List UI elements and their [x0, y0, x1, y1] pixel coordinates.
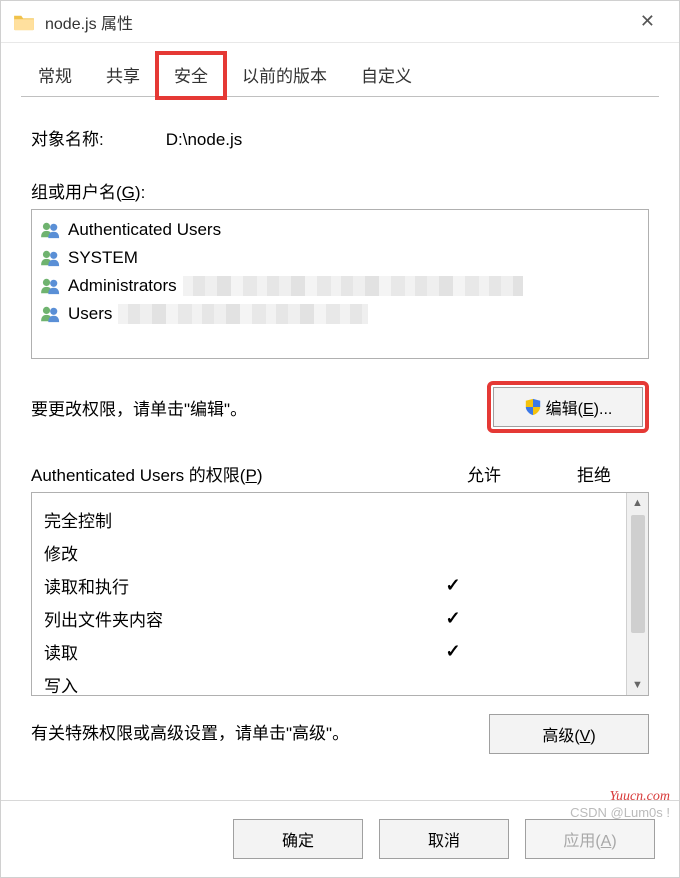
allow-cell [398, 608, 508, 629]
shield-icon [524, 398, 542, 416]
user-name: Authenticated Users [68, 220, 221, 240]
cancel-button[interactable]: 取消 [379, 819, 509, 859]
permissions-header-label: Authenticated Users 的权限(P) [31, 461, 429, 486]
permission-name: 读取 [44, 639, 398, 664]
tab-1[interactable]: 共享 [89, 53, 157, 97]
scroll-down-icon[interactable]: ▼ [632, 675, 643, 695]
permission-row: 修改 [44, 536, 618, 569]
permissions-header: Authenticated Users 的权限(P) 允许 拒绝 [31, 461, 649, 486]
advanced-hint: 有关特殊权限或高级设置，请单击"高级"。 [31, 721, 489, 747]
permission-name: 读取和执行 [44, 573, 398, 598]
dialog-footer: 确定 取消 应用(A) [1, 800, 679, 877]
scroll-thumb[interactable] [631, 515, 645, 633]
allow-cell [398, 641, 508, 662]
user-name: Administrators [68, 276, 177, 296]
users-icon [40, 221, 62, 239]
permission-name: 完全控制 [44, 507, 398, 532]
groups-label: 组或用户名(G): [31, 178, 649, 203]
edit-button[interactable]: 编辑(E)... [493, 387, 643, 427]
tab-4[interactable]: 自定义 [344, 53, 429, 97]
users-list[interactable]: Authenticated Users SYSTEM Administrator… [31, 209, 649, 359]
redacted-text [118, 304, 368, 324]
permissions-list: 完全控制修改读取和执行列出文件夹内容读取写入 ▲ ▼ [31, 492, 649, 696]
scroll-up-icon[interactable]: ▲ [632, 493, 643, 513]
allow-cell [398, 575, 508, 596]
edit-row: 要更改权限，请单击"编辑"。 编辑(E)... [31, 381, 649, 433]
tab-3[interactable]: 以前的版本 [225, 53, 344, 97]
user-name: Users [68, 304, 112, 324]
permission-row: 读取和执行 [44, 569, 618, 602]
object-name-label: 对象名称: [31, 125, 161, 150]
user-row[interactable]: Users [36, 300, 644, 328]
tab-0[interactable]: 常规 [21, 53, 89, 97]
window-title: node.js 属性 [45, 10, 628, 34]
permission-name: 写入 [44, 672, 398, 696]
permission-row: 列出文件夹内容 [44, 602, 618, 635]
properties-dialog: node.js 属性 ✕ 常规共享安全以前的版本自定义 对象名称: D:\nod… [0, 0, 680, 878]
tab-2[interactable]: 安全 [157, 53, 225, 98]
edit-button-highlight: 编辑(E)... [487, 381, 649, 433]
user-name: SYSTEM [68, 248, 138, 268]
folder-icon [13, 13, 35, 31]
permission-name: 列出文件夹内容 [44, 606, 398, 631]
users-icon [40, 249, 62, 267]
scrollbar[interactable]: ▲ ▼ [626, 493, 648, 695]
close-button[interactable]: ✕ [628, 3, 667, 40]
titlebar: node.js 属性 ✕ [1, 1, 679, 43]
tab-content: 对象名称: D:\node.js 组或用户名(G): Authenticated… [1, 97, 679, 800]
column-deny: 拒绝 [539, 461, 649, 486]
permission-row: 完全控制 [44, 503, 618, 536]
user-row[interactable]: SYSTEM [36, 244, 644, 272]
column-allow: 允许 [429, 461, 539, 486]
permission-row: 读取 [44, 635, 618, 668]
user-row[interactable]: Administrators [36, 272, 644, 300]
redacted-text [183, 276, 523, 296]
ok-button[interactable]: 确定 [233, 819, 363, 859]
object-name-value: D:\node.js [166, 130, 243, 149]
advanced-button[interactable]: 高级(V) [489, 714, 649, 754]
edit-hint: 要更改权限，请单击"编辑"。 [31, 395, 487, 420]
permission-row: 写入 [44, 668, 618, 696]
object-name-row: 对象名称: D:\node.js [31, 125, 649, 150]
permission-name: 修改 [44, 540, 398, 565]
users-icon [40, 277, 62, 295]
users-icon [40, 305, 62, 323]
advanced-row: 有关特殊权限或高级设置，请单击"高级"。 高级(V) [31, 714, 649, 754]
tab-strip: 常规共享安全以前的版本自定义 [1, 43, 679, 97]
user-row[interactable]: Authenticated Users [36, 216, 644, 244]
edit-button-label: 编辑(E)... [546, 395, 613, 419]
apply-button: 应用(A) [525, 819, 655, 859]
